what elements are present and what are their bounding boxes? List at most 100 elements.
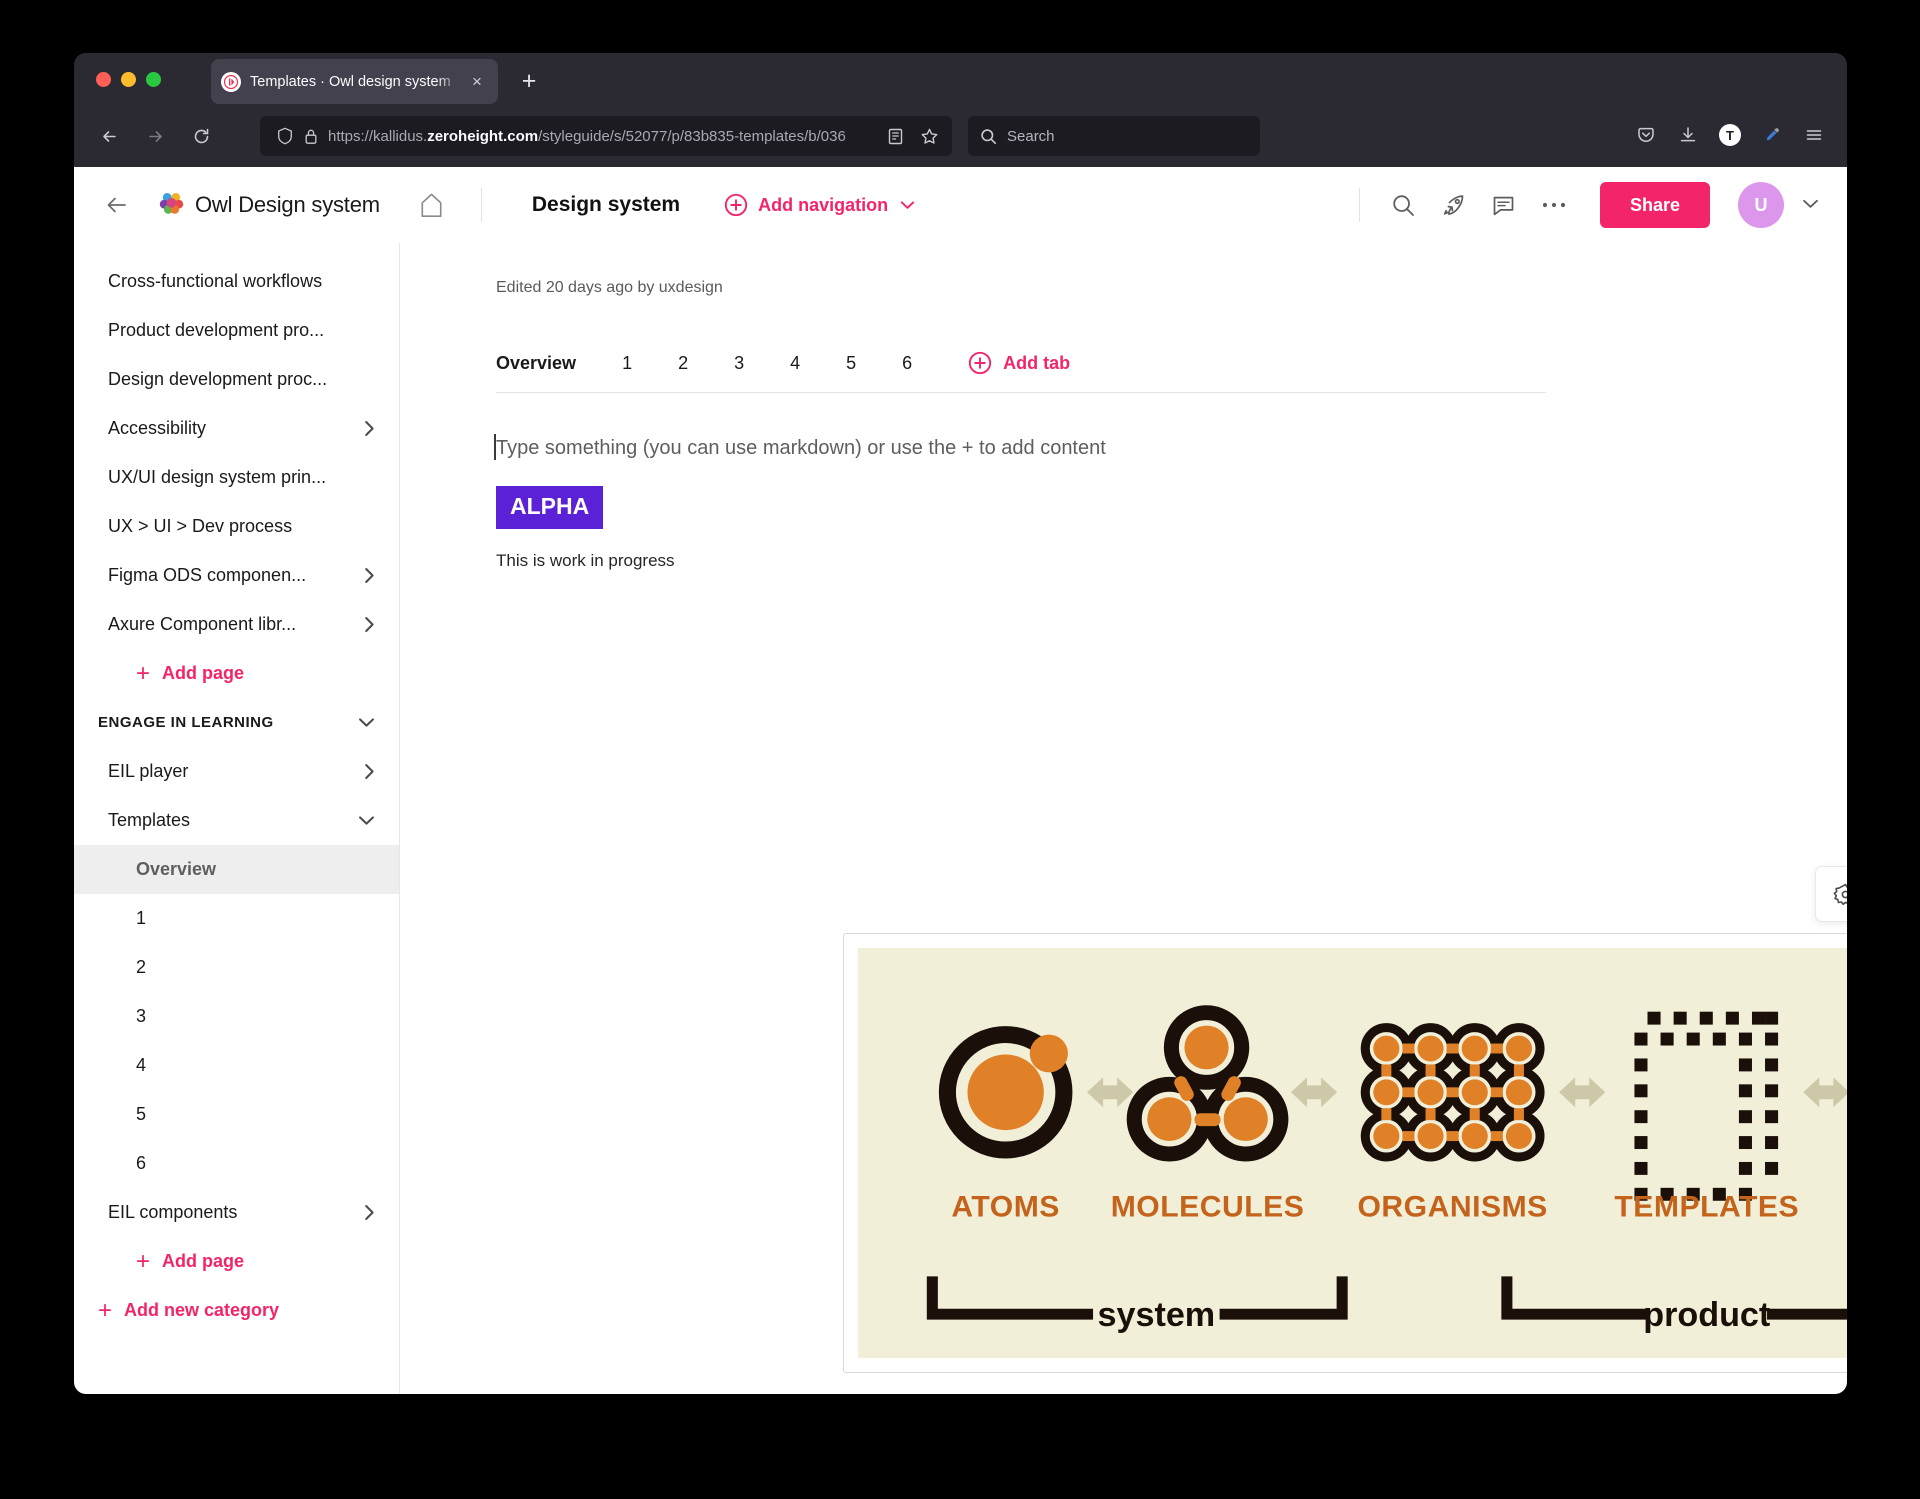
add-navigation-label: Add navigation [758, 194, 889, 215]
rocket-icon[interactable] [1432, 183, 1476, 227]
window-minimize-button[interactable] [121, 72, 136, 87]
home-icon[interactable] [418, 191, 445, 220]
sidebar-item-label: UX > UI > Dev process [108, 516, 293, 536]
sidebar-item-overview[interactable]: Overview [74, 845, 399, 894]
browser-toolbar-right: T [1627, 116, 1833, 154]
downloads-icon[interactable] [1669, 116, 1707, 154]
image-block-toolbar [1815, 866, 1847, 922]
bracket-label: system [1097, 1296, 1215, 1334]
sidebar-item-label: UX/UI design system prin... [108, 467, 327, 487]
sidebar-item-label: Add page [162, 1251, 245, 1271]
atomic-design-image-block[interactable]: ATOMS MOLECULES ORGANISMS TEMPLATES PAGE… [843, 933, 1847, 1373]
tab-close-icon[interactable]: × [466, 71, 488, 93]
sidebar-item-eil-components[interactable]: EIL components [74, 1188, 399, 1237]
sidebar-item-label: 4 [136, 1055, 147, 1075]
chevron-down-icon[interactable] [1802, 196, 1819, 214]
app-header: Owl Design system Design system Add navi… [74, 167, 1847, 243]
plus-circle-icon [724, 193, 748, 217]
gear-icon[interactable] [1824, 872, 1847, 916]
comment-icon[interactable] [1482, 183, 1526, 227]
tab-1[interactable]: 1 [622, 353, 632, 374]
add-navigation-button[interactable]: Add navigation [724, 193, 915, 217]
sidebar-category-engage-in-learning[interactable]: ENGAGE IN LEARNING [74, 698, 399, 747]
sidebar-item-axure-component-libr[interactable]: Axure Component libr... [74, 600, 399, 649]
chevron-down-icon [358, 717, 375, 728]
main-content: Edited 20 days ago by uxdesign Overview 1… [400, 243, 1847, 1394]
sidebar-item-6[interactable]: 6 [74, 1139, 399, 1188]
sidebar-item-label: 1 [136, 908, 147, 928]
tab-6[interactable]: 6 [902, 353, 912, 374]
sidebar-item-5[interactable]: 5 [74, 1090, 399, 1139]
stage-label: ORGANISMS [1357, 1191, 1547, 1224]
hamburger-menu-icon[interactable] [1795, 116, 1833, 154]
search-icon[interactable] [1382, 183, 1426, 227]
content-placeholder[interactable]: Type something (you can use markdown) or… [494, 434, 1847, 460]
sidebar-item-label: 5 [136, 1104, 147, 1124]
plus-icon: + [136, 659, 151, 687]
reload-button[interactable] [182, 117, 220, 155]
zeroheight-favicon-icon [221, 71, 241, 92]
search-input[interactable]: Search [1007, 128, 1055, 145]
window-maximize-button[interactable] [146, 72, 161, 87]
sidebar-add-new-category-button[interactable]: + Add new category [74, 1286, 399, 1335]
tab-4[interactable]: 4 [790, 353, 800, 374]
lock-icon [298, 128, 324, 145]
sidebar-item-cross-functional-workflows[interactable]: Cross-functional workflows [74, 257, 399, 306]
tab-3[interactable]: 3 [734, 353, 744, 374]
sidebar-item-label: Accessibility [108, 418, 207, 438]
chevron-right-icon [364, 616, 375, 633]
brand-title: Owl Design system [195, 192, 380, 217]
sidebar-item-eil-player[interactable]: EIL player [74, 747, 399, 796]
url-text: https://kallidus.zeroheight.com/stylegui… [328, 127, 846, 145]
sidebar-item-4[interactable]: 4 [74, 1041, 399, 1090]
chevron-right-icon [364, 420, 375, 437]
sidebar-item-label: Overview [136, 859, 217, 879]
add-tab-label: Add tab [1003, 352, 1071, 373]
more-options-icon[interactable] [1532, 183, 1576, 227]
chevron-right-icon [364, 763, 375, 780]
sidebar-item-2[interactable]: 2 [74, 943, 399, 992]
plus-icon: + [136, 1247, 151, 1275]
browser-tab-strip: Templates · Owl design system × + [74, 53, 1847, 105]
pocket-icon[interactable] [1627, 116, 1665, 154]
tab-5[interactable]: 5 [846, 353, 856, 374]
page-title: Design system [531, 193, 681, 216]
sidebar-item-templates[interactable]: Templates [74, 796, 399, 845]
stage-label: MOLECULES [1111, 1191, 1305, 1224]
tab-2[interactable]: 2 [678, 353, 688, 374]
sidebar-item-1[interactable]: 1 [74, 894, 399, 943]
header-actions: Share U [1358, 167, 1819, 243]
address-bar[interactable]: https://kallidus.zeroheight.com/stylegui… [260, 116, 952, 156]
sidebar-item-ux-ui-dev-process[interactable]: UX > UI > Dev process [74, 502, 399, 551]
sidebar-add-page-button[interactable]: + Add page [74, 649, 399, 698]
browser-tab[interactable]: Templates · Owl design system × [211, 59, 498, 104]
avatar[interactable]: U [1738, 182, 1784, 228]
sidebar-item-figma-ods-componen[interactable]: Figma ODS componen... [74, 551, 399, 600]
back-button[interactable] [90, 117, 128, 155]
tab-overview[interactable]: Overview [496, 353, 576, 374]
browser-search-box[interactable]: Search [968, 116, 1260, 156]
account-icon[interactable]: T [1711, 116, 1749, 154]
new-tab-button[interactable]: + [514, 66, 544, 96]
add-tab-button[interactable]: Add tab [968, 351, 1070, 375]
plus-circle-icon [968, 351, 992, 375]
sidebar-item-3[interactable]: 3 [74, 992, 399, 1041]
brand-logo-link[interactable]: Owl Design system [158, 189, 380, 221]
sidebar-item-accessibility[interactable]: Accessibility [74, 404, 399, 453]
sidebar-item-ux-ui-design-system-prin[interactable]: UX/UI design system prin... [74, 453, 399, 502]
share-button[interactable]: Share [1599, 182, 1710, 228]
page-viewport: Owl Design system Design system Add navi… [74, 167, 1847, 1394]
eyedropper-icon[interactable] [1753, 116, 1791, 154]
bookmark-star-icon[interactable] [914, 121, 944, 151]
content-tabs: Overview 1 2 3 4 5 6 Add tab [496, 351, 1546, 393]
sidebar-item-design-development-proc[interactable]: Design development proc... [74, 355, 399, 404]
forward-button[interactable] [136, 117, 174, 155]
organism-icon [1360, 1023, 1545, 1162]
window-close-button[interactable] [96, 72, 111, 87]
sidebar-add-page-button[interactable]: + Add page [74, 1237, 399, 1286]
reader-mode-icon[interactable] [880, 121, 910, 151]
sidebar-item-product-development-pro[interactable]: Product development pro... [74, 306, 399, 355]
header-divider [480, 188, 482, 222]
app-back-button[interactable] [104, 192, 130, 218]
sidebar-item-label: Figma ODS componen... [108, 565, 307, 585]
